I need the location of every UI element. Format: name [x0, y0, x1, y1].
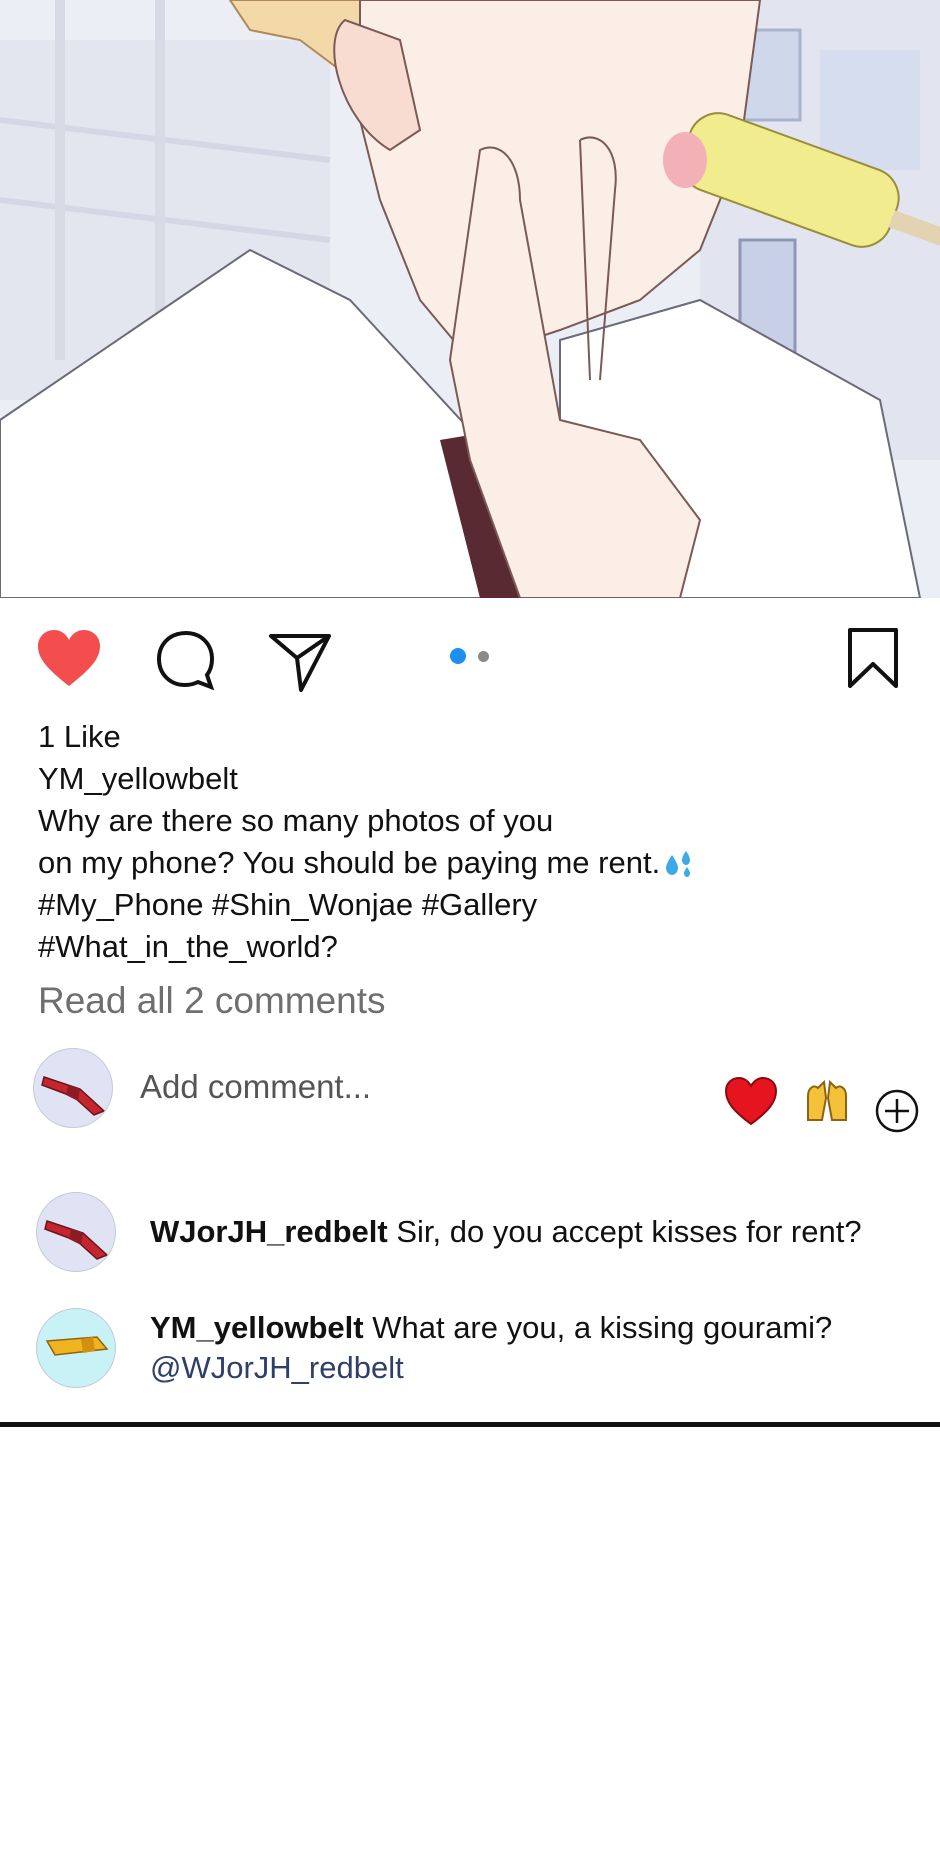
comment-item: YM_yellowbelt What are you, a kissing go… [0, 1308, 940, 1418]
post-illustration [0, 0, 940, 598]
post-username[interactable]: YM_yellowbelt [38, 758, 918, 800]
caption-line-with-emoji: on my phone? You should be paying me ren… [38, 842, 918, 884]
caption-line: on my phone? You should be paying me ren… [38, 845, 661, 880]
add-comment-input[interactable]: Add comment... [140, 1068, 371, 1106]
raised-hands-emoji[interactable] [804, 1078, 850, 1122]
comment-text: YM_yellowbelt What are you, a kissing go… [150, 1308, 832, 1388]
avatar[interactable] [33, 1048, 113, 1128]
red-belt-avatar-icon [44, 1220, 109, 1260]
post-caption: 1 Like YM_yellowbelt Why are there so ma… [38, 716, 918, 968]
yellow-belt-avatar-icon [45, 1336, 109, 1356]
comment-item: WJorJH_redbelt Sir, do you accept kisses… [0, 1192, 940, 1282]
divider [0, 1422, 940, 1427]
plus-circle-icon[interactable] [874, 1088, 920, 1134]
carousel-dot [478, 651, 489, 662]
red-belt-avatar-icon [41, 1076, 106, 1116]
post-photo[interactable] [0, 0, 940, 598]
add-comment-row: Add comment... [0, 1048, 940, 1133]
avatar[interactable] [36, 1308, 116, 1388]
carousel-dot-active [450, 648, 466, 664]
comment-bubble-icon[interactable] [154, 628, 218, 692]
bookmark-icon[interactable] [846, 626, 900, 690]
comment-username[interactable]: WJorJH_redbelt [150, 1214, 388, 1249]
comment-body: What are you, a kissing gourami? [363, 1310, 833, 1345]
comment-text: WJorJH_redbelt Sir, do you accept kisses… [150, 1212, 862, 1252]
comment-body: Sir, do you accept kisses for rent? [387, 1214, 862, 1249]
comment-username[interactable]: YM_yellowbelt [150, 1310, 364, 1345]
hashtags-line[interactable]: #What_in_the_world? [38, 926, 918, 968]
hashtags-line[interactable]: #My_Phone #Shin_Wonjae #Gallery [38, 884, 918, 926]
avatar[interactable] [36, 1192, 116, 1272]
caption-line: Why are there so many photos of you [38, 803, 554, 838]
read-all-comments-link[interactable]: Read all 2 comments [38, 980, 386, 1022]
paper-plane-icon[interactable] [268, 628, 332, 692]
red-heart-emoji[interactable] [724, 1076, 778, 1126]
comment-mention[interactable]: @WJorJH_redbelt [150, 1348, 832, 1388]
sweat-droplets-emoji [666, 851, 691, 877]
heart-icon[interactable] [36, 628, 102, 688]
like-count[interactable]: 1 Like [38, 716, 918, 758]
action-bar [0, 598, 940, 718]
